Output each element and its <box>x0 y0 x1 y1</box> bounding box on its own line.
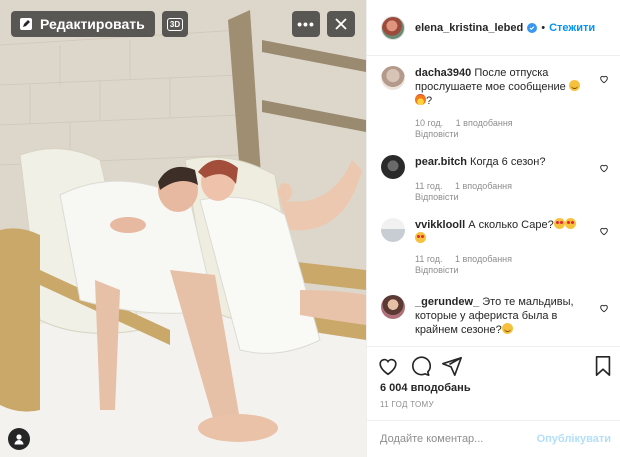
post-time[interactable]: 11 ГОД ТОМУ <box>380 400 434 409</box>
bookmark-icon[interactable] <box>592 355 614 377</box>
close-button[interactable] <box>327 11 355 37</box>
add-comment-bar: Додайте коментар... Опублікувати <box>367 420 620 457</box>
comment-avatar[interactable] <box>381 155 405 179</box>
comment-likes[interactable]: 1 вподобання <box>455 181 512 191</box>
comment-like-heart-icon[interactable] <box>599 226 609 236</box>
comment-item: _gerundew_ Это те мальдивы, которые у аф… <box>381 295 611 337</box>
fire-emoji-icon <box>415 94 426 105</box>
edit-button-label: Редактировать <box>40 16 145 32</box>
comment-item: vvikklooll А сколько Саре? 11 год. 1 впо… <box>381 218 611 276</box>
heart-icon[interactable] <box>377 355 399 377</box>
user-tag-icon <box>14 434 24 445</box>
photo-scene <box>0 0 366 457</box>
comment-body: _gerundew_ Это те мальдивы, которые у аф… <box>415 295 587 337</box>
publish-comment-button[interactable]: Опублікувати <box>537 433 611 445</box>
comment-avatar[interactable] <box>381 66 405 90</box>
comment-avatar[interactable] <box>381 218 405 242</box>
post-actions: 6 004 вподобань 11 ГОД ТОМУ <box>367 346 620 418</box>
comment-meta: 11 год. 1 вподобання Відповісти <box>415 254 587 276</box>
header-separator: • <box>541 21 546 34</box>
comment-like-heart-icon[interactable] <box>599 303 609 313</box>
post-photo[interactable]: Редактировать 3D ••• <box>0 0 366 457</box>
follow-button[interactable]: Стежити <box>549 22 595 34</box>
comment-reply-button[interactable]: Відповісти <box>415 192 577 203</box>
comment-meta: 11 год. 1 вподобання Відповісти <box>415 181 587 203</box>
smile-emoji-icon <box>568 80 580 91</box>
post-username[interactable]: elena_kristina_lebed <box>415 22 523 34</box>
comment-icon[interactable] <box>409 355 431 377</box>
more-options-button[interactable]: ••• <box>292 11 320 37</box>
post-panel: elena_kristina_lebed • Стежити dacha3940… <box>366 0 620 457</box>
comment-input[interactable]: Додайте коментар... <box>380 433 483 445</box>
share-icon[interactable] <box>441 355 463 377</box>
comment-item: pear.bitch Когда 6 сезон? 11 год. 1 впод… <box>381 155 611 203</box>
comment-username[interactable]: vvikklooll <box>415 219 465 231</box>
comment-like-heart-icon[interactable] <box>599 74 609 84</box>
3d-button[interactable]: 3D <box>162 11 188 37</box>
heart-eyes-emoji-icon <box>415 232 426 243</box>
close-icon <box>335 18 347 30</box>
more-icon: ••• <box>297 16 315 32</box>
comment-reply-button[interactable]: Відповісти <box>415 129 577 140</box>
avatar[interactable] <box>381 15 405 40</box>
edit-button[interactable]: Редактировать <box>11 11 155 37</box>
comment-item: dacha3940 После отпуска прослушаете мое … <box>381 66 611 140</box>
comment-time[interactable]: 10 год. <box>415 118 443 128</box>
heart-eyes-emoji-icon <box>553 218 565 229</box>
3d-icon: 3D <box>166 17 184 31</box>
comment-username[interactable]: pear.bitch <box>415 156 467 168</box>
comment-text: А сколько Саре? <box>468 219 554 231</box>
comment-username[interactable]: dacha3940 <box>415 67 471 79</box>
comments-list[interactable]: dacha3940 После отпуска прослушаете мое … <box>367 57 620 345</box>
likes-count[interactable]: 6 004 вподобань <box>380 382 471 394</box>
comment-like-heart-icon[interactable] <box>599 163 609 173</box>
post-header: elena_kristina_lebed • Стежити <box>367 0 620 56</box>
comment-body: vvikklooll А сколько Саре? 11 год. 1 впо… <box>415 218 587 276</box>
comment-body: dacha3940 После отпуска прослушаете мое … <box>415 66 587 140</box>
heart-eyes-emoji-icon <box>564 218 576 229</box>
sweat-smile-emoji-icon <box>501 323 513 334</box>
comment-avatar[interactable] <box>381 295 405 319</box>
comment-time[interactable]: 11 год. <box>415 181 443 191</box>
comment-likes[interactable]: 1 вподобання <box>456 118 513 128</box>
comment-body: pear.bitch Когда 6 сезон? 11 год. 1 впод… <box>415 155 587 203</box>
comment-likes[interactable]: 1 вподобання <box>455 254 512 264</box>
verified-icon <box>527 22 538 33</box>
comment-time[interactable]: 11 год. <box>415 254 443 264</box>
edit-icon <box>19 17 33 31</box>
comment-meta: 10 год. 1 вподобання Відповісти <box>415 118 587 140</box>
comment-text: Когда 6 сезон? <box>470 156 546 168</box>
tagged-users-button[interactable] <box>8 428 30 450</box>
comment-reply-button[interactable]: Відповісти <box>415 265 577 276</box>
comment-username[interactable]: _gerundew_ <box>415 296 479 308</box>
